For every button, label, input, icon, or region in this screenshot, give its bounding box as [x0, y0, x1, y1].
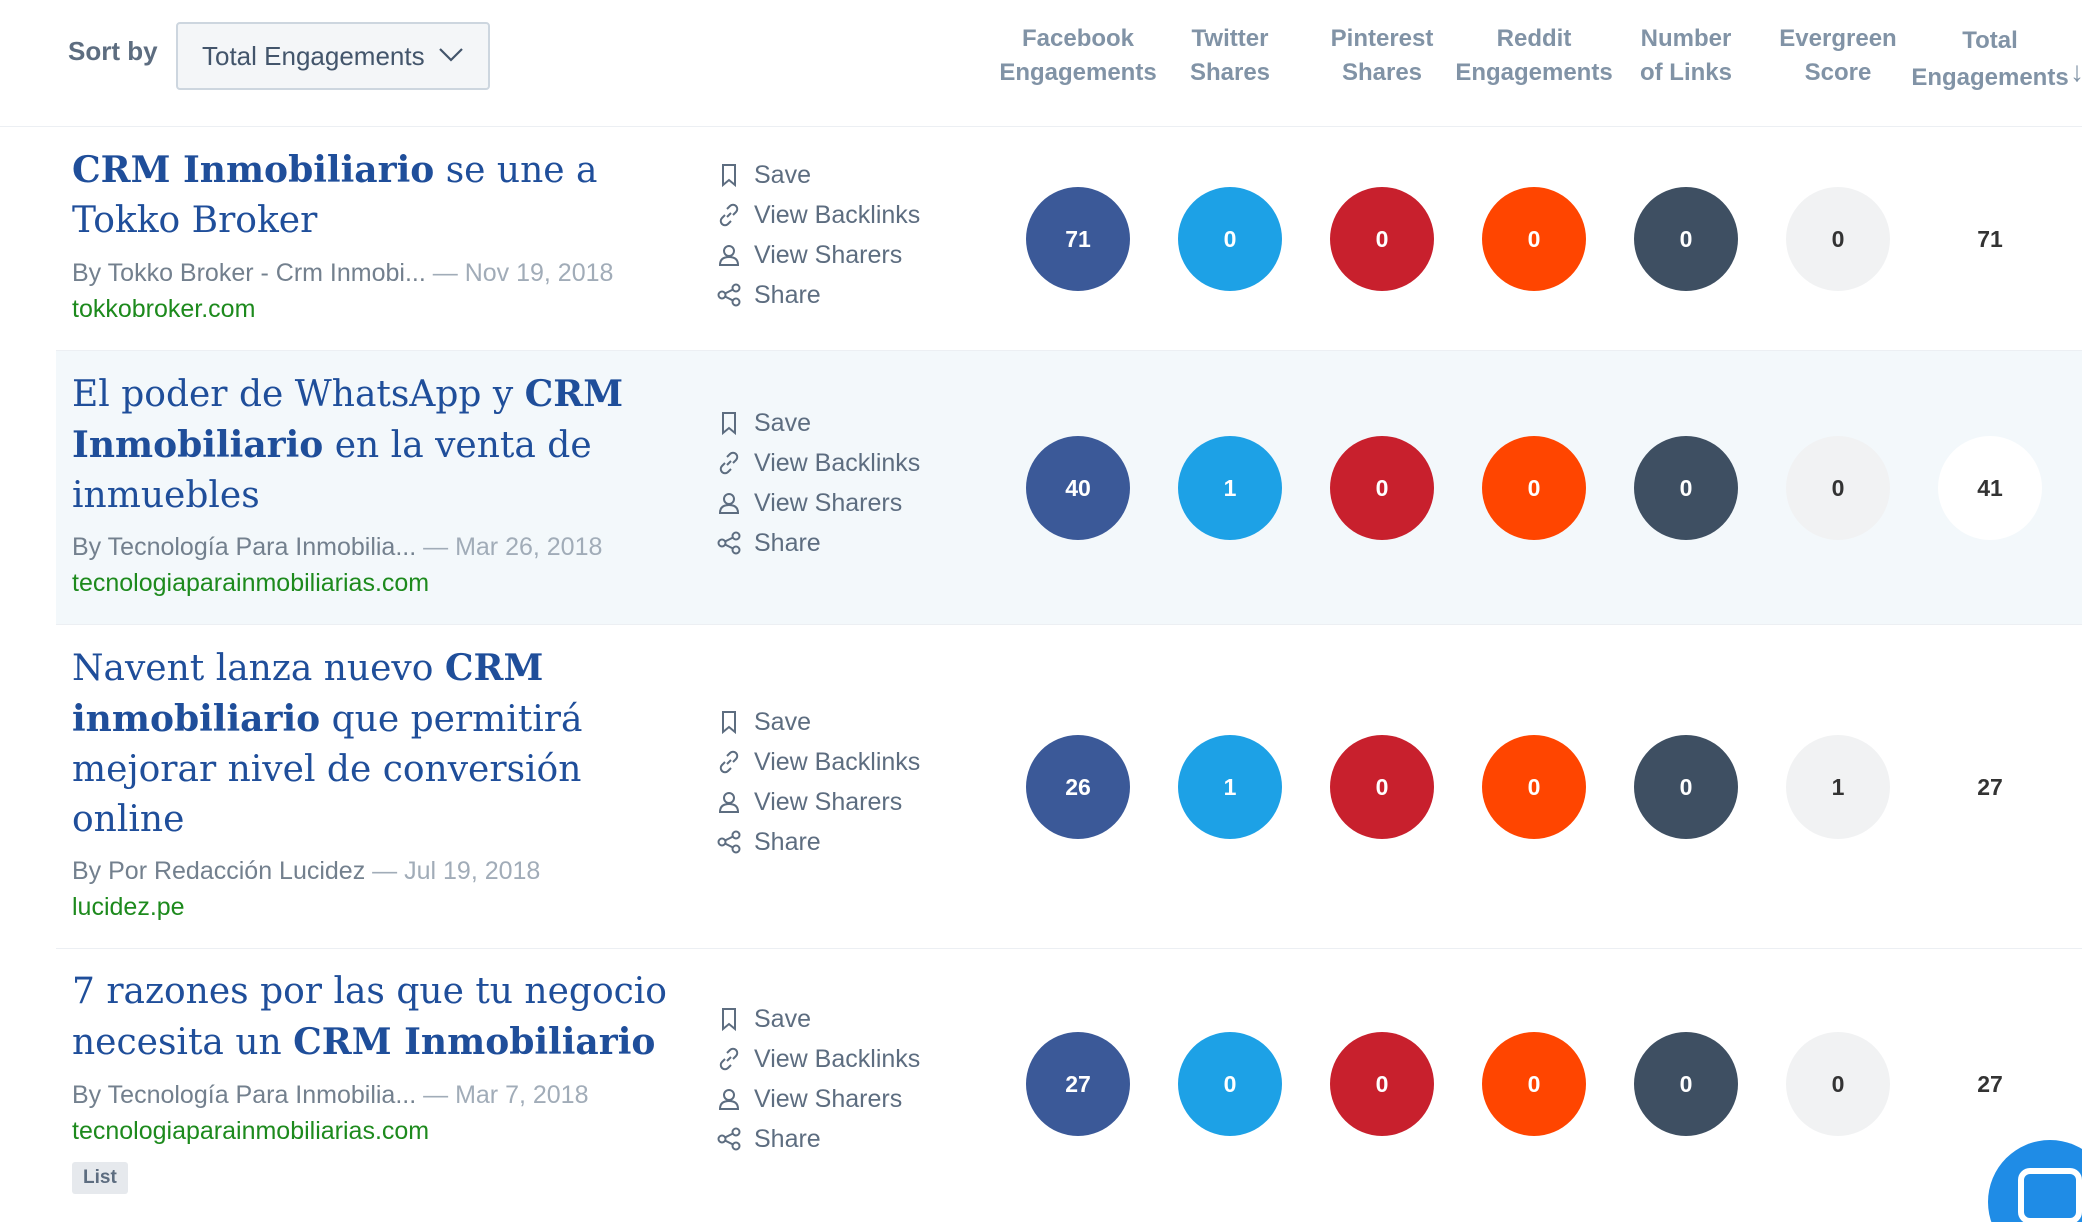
view-sharers-button[interactable]: View Sharers	[716, 483, 946, 523]
article-byline: By Por Redacción Lucidez — Jul 19, 2018	[72, 857, 541, 885]
number-of-links-count: 0	[1634, 1032, 1738, 1136]
column-pinterest-shares[interactable]: Pinterest Shares	[1302, 22, 1462, 90]
evergreen-score-value: 0	[1786, 1032, 1890, 1136]
article-title[interactable]: CRM Inmobiliario se une a Tokko Broker	[72, 145, 692, 246]
user-icon	[718, 493, 740, 514]
title-text: Navent lanza nuevo	[72, 648, 445, 689]
bookmark-icon	[722, 711, 736, 735]
save-button[interactable]: Save	[716, 155, 946, 195]
article-row: Navent lanza nuevo CRM inmobiliario que …	[56, 625, 2082, 949]
view-backlinks-button[interactable]: View Backlinks	[716, 1039, 946, 1079]
bookmark-icon	[722, 1008, 736, 1032]
number-of-links-count: 0	[1634, 436, 1738, 540]
article-row: El poder de WhatsApp y CRM Inmobiliario …	[56, 351, 2082, 625]
article-actions: Save View Backlinks View Sharers Share	[716, 702, 946, 862]
user-icon	[718, 792, 740, 813]
total-engagements-count: 27	[1977, 773, 2003, 800]
sort-by-label: Sort by	[68, 36, 158, 66]
total-engagements-count: 41	[1938, 436, 2042, 540]
link-icon	[719, 1047, 739, 1071]
reddit-engagements-count: 0	[1482, 436, 1586, 540]
article-title[interactable]: 7 razones por las que tu negocio necesit…	[72, 967, 692, 1068]
article-byline: By Tecnología Para Inmobilia... — Mar 7,…	[72, 1081, 589, 1109]
save-button[interactable]: Save	[716, 702, 946, 742]
list-tag[interactable]: List	[72, 1162, 128, 1194]
pinterest-shares-count: 0	[1330, 735, 1434, 839]
article-title[interactable]: El poder de WhatsApp y CRM Inmobiliario …	[72, 369, 692, 521]
evergreen-score-value: 0	[1786, 187, 1890, 291]
evergreen-score-value: 1	[1786, 735, 1890, 839]
view-sharers-button[interactable]: View Sharers	[716, 1079, 946, 1119]
chat-icon	[2018, 1168, 2082, 1222]
article-domain[interactable]: tokkobroker.com	[72, 295, 255, 324]
share-button[interactable]: Share	[716, 275, 946, 315]
view-sharers-button[interactable]: View Sharers	[716, 235, 946, 275]
number-of-links-count: 0	[1634, 187, 1738, 291]
twitter-shares-count: 0	[1178, 187, 1282, 291]
column-number-of-links[interactable]: Number of Links	[1606, 22, 1766, 90]
pinterest-shares-count: 0	[1330, 436, 1434, 540]
facebook-engagements-count: 26	[1026, 735, 1130, 839]
twitter-shares-count: 1	[1178, 735, 1282, 839]
link-icon	[719, 451, 739, 475]
facebook-engagements-count: 27	[1026, 1032, 1130, 1136]
facebook-engagements-count: 71	[1026, 187, 1130, 291]
save-button[interactable]: Save	[716, 403, 946, 443]
column-facebook-engagements[interactable]: Facebook Engagements	[998, 22, 1158, 90]
reddit-engagements-count: 0	[1482, 1032, 1586, 1136]
article-byline: By Tecnología Para Inmobilia... — Mar 26…	[72, 533, 603, 561]
column-total-engagements[interactable]: Total Engagements	[1910, 22, 2070, 96]
view-sharers-button[interactable]: View Sharers	[716, 782, 946, 822]
sort-select-value: Total Engagements	[202, 40, 425, 71]
twitter-shares-count: 1	[1178, 436, 1282, 540]
column-twitter-shares[interactable]: Twitter Shares	[1150, 22, 1310, 90]
article-actions: Save View Backlinks View Sharers Share	[716, 403, 946, 563]
sort-select[interactable]: Total Engagements	[176, 22, 490, 90]
pinterest-shares-count: 0	[1330, 1032, 1434, 1136]
share-icon	[717, 830, 741, 854]
article-actions: Save View Backlinks View Sharers Share	[716, 155, 946, 315]
column-evergreen-score[interactable]: Evergreen Score	[1758, 22, 1918, 90]
total-engagements-count: 27	[1977, 1070, 2003, 1097]
article-row: CRM Inmobiliario se une a Tokko Broker B…	[56, 127, 2082, 351]
total-engagements-count: 71	[1977, 225, 2003, 252]
bookmark-icon	[722, 164, 736, 188]
article-row: 7 razones por las que tu negocio necesit…	[56, 949, 2082, 1222]
facebook-engagements-count: 40	[1026, 436, 1130, 540]
link-icon	[719, 750, 739, 774]
save-button[interactable]: Save	[716, 999, 946, 1039]
title-keyword: CRM Inmobiliario	[72, 149, 435, 191]
article-byline: By Tokko Broker - Crm Inmobi... — Nov 19…	[72, 259, 614, 287]
results-header: Sort by Total Engagements Facebook Engage…	[0, 0, 2082, 127]
title-keyword: CRM Inmobiliario	[293, 1021, 656, 1063]
share-button[interactable]: Share	[716, 523, 946, 563]
view-backlinks-button[interactable]: View Backlinks	[716, 195, 946, 235]
evergreen-score-value: 0	[1786, 436, 1890, 540]
column-reddit-engagements[interactable]: Reddit Engagements	[1454, 22, 1614, 90]
share-button[interactable]: Share	[716, 822, 946, 862]
sort-descending-icon: ↓	[2070, 56, 2082, 87]
share-icon	[717, 283, 741, 307]
pinterest-shares-count: 0	[1330, 187, 1434, 291]
user-icon	[718, 245, 740, 266]
article-domain[interactable]: lucidez.pe	[72, 893, 185, 922]
view-backlinks-button[interactable]: View Backlinks	[716, 742, 946, 782]
article-title[interactable]: Navent lanza nuevo CRM inmobiliario que …	[72, 643, 692, 845]
reddit-engagements-count: 0	[1482, 735, 1586, 839]
twitter-shares-count: 0	[1178, 1032, 1282, 1136]
article-domain[interactable]: tecnologiaparainmobiliarias.com	[72, 569, 429, 598]
article-domain[interactable]: tecnologiaparainmobiliarias.com	[72, 1117, 429, 1146]
reddit-engagements-count: 0	[1482, 187, 1586, 291]
share-button[interactable]: Share	[716, 1119, 946, 1159]
title-text: El poder de WhatsApp y	[72, 374, 525, 415]
share-icon	[717, 531, 741, 555]
user-icon	[718, 1089, 740, 1110]
share-icon	[717, 1127, 741, 1151]
view-backlinks-button[interactable]: View Backlinks	[716, 443, 946, 483]
link-icon	[719, 203, 739, 227]
bookmark-icon	[722, 412, 736, 436]
article-actions: Save View Backlinks View Sharers Share	[716, 999, 946, 1159]
chevron-down-icon	[439, 48, 463, 62]
number-of-links-count: 0	[1634, 735, 1738, 839]
